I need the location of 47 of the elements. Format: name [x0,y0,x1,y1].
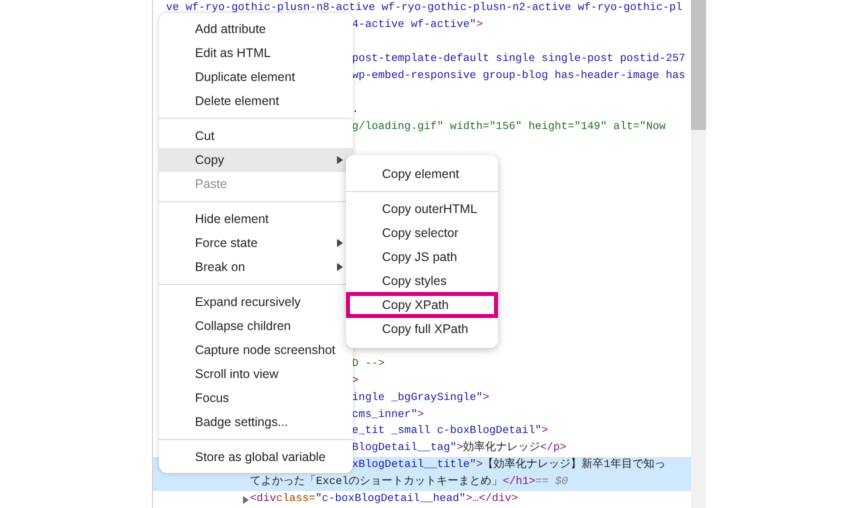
code-text: ve wf-ryo-gothic-plusn-n8-active wf-ryo-gothic-plusn-n2-active wf-ryo-gothic-pl [166,1,682,16]
code-text: てよかった「Excelのショートカットキーまとめ」 [250,474,503,490]
code-text: > [482,390,490,406]
menu-item[interactable]: Duplicate element [159,65,353,89]
selected-node-highlight[interactable]: てよかった「Excelのショートカットキーまとめ」</h1>== $0 [153,474,691,492]
menu-item[interactable]: Scroll into view [159,362,353,386]
code-text: > [476,458,483,474]
submenu-arrow-icon [337,156,343,164]
code-text: > [417,408,424,422]
menu-item[interactable]: Add attribute [159,17,353,41]
menu-item[interactable]: Edit as HTML [159,41,353,65]
code-text: 効率化ナレッジ [463,440,540,456]
code-text: post-template-default single single-post postid-257 [352,52,686,67]
highlighted-menu-item[interactable]: Copy XPath [346,292,498,318]
code-text: xBlogDetail__title" [352,458,476,474]
code-text: 【効率化ナレッジ】新卒1年目で知っ [482,457,666,474]
submenu-arrow-icon [337,263,343,271]
code-text: g/loading.gif" width="156" height="149" alt="Now [352,120,666,135]
code-text: > [456,442,464,456]
expand-triangle-icon[interactable] [242,496,250,504]
menu-item[interactable]: Capture node screenshot [159,338,353,362]
menu-item[interactable]: Badge settings... [159,410,353,434]
code-text: == $0 [535,475,568,490]
code-text: </p> [540,441,566,456]
menu-item[interactable]: Cut [159,124,353,148]
code-text: cms_inner" [352,408,418,422]
submenu-arrow-icon [337,239,343,247]
code-text: </h1> [502,475,536,490]
code-text: >…</div> [466,492,518,508]
menu-item[interactable]: Copy full XPath [346,317,498,341]
menu-item[interactable]: Copy outerHTML [346,197,498,221]
menu-item[interactable]: Focus [159,386,353,410]
code-text: BlogDetail__tag" [352,441,457,456]
code-text: class= [276,492,316,508]
menu-item[interactable]: Delete element [159,89,353,113]
code-text: ingle _bgGraySingle" [352,390,483,406]
code-text: <div [250,492,276,508]
code-text: "c-boxBlogDetail__head" [315,492,466,508]
code-text: . [352,102,359,118]
code-text: > [476,18,483,33]
code-text: > [542,424,548,440]
code-text: wp-embed-responsive group-blog has-header-image has [352,68,686,84]
menu-item[interactable]: Copy [159,148,353,172]
code-text: e_tit _small c-boxBlogDetail" [352,424,542,440]
scrollbar[interactable] [691,0,706,508]
code-text: 4-active wf-active" [352,18,476,33]
code-text: D --> [352,356,385,372]
